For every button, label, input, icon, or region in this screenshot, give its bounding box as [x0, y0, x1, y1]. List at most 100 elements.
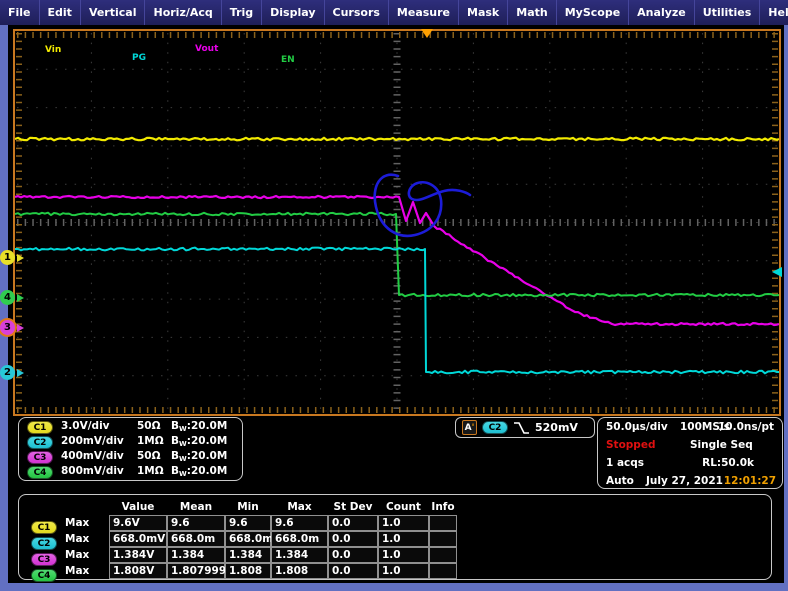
acquisition-count: 1 acqs [606, 457, 644, 469]
channel-bandwidth: BW:20.0M [171, 450, 227, 463]
channel-1-ground-marker[interactable]: 1 [0, 250, 34, 265]
channel-impedance: 50Ω [137, 450, 161, 462]
channel-readout-panel[interactable]: C13.0V/div50ΩBW:20.0MC2200mV/div1MΩBW:20… [18, 417, 243, 481]
menu-item-horiz-acq[interactable]: Horiz/Acq [145, 0, 221, 25]
measurement-cell-info [429, 547, 457, 563]
menu-item-vertical[interactable]: Vertical [81, 0, 146, 25]
menu-item-file[interactable]: File [0, 0, 40, 25]
channel-4-ground-marker[interactable]: 4 [0, 290, 34, 305]
acquisition-status: Stopped [606, 439, 655, 451]
measurement-cell-info [429, 563, 457, 579]
measurement-cell-st-dev: 0.0 [328, 515, 378, 531]
scope-content: VinPGVoutEN1432 C13.0V/div50ΩBW:20.0MC22… [8, 25, 784, 583]
table-header-count: Count [378, 499, 429, 515]
trigger-position-marker-icon[interactable] [421, 29, 433, 38]
table-header-mean: Mean [167, 499, 225, 515]
measurement-name: Max [65, 531, 109, 547]
timebase-value: 50.0μs/div [606, 421, 668, 433]
menu-item-myscope[interactable]: MyScope [557, 0, 629, 25]
menu-item-math[interactable]: Math [508, 0, 556, 25]
channel-bandwidth: BW:20.0M [171, 465, 227, 478]
channel-impedance: 50Ω [137, 420, 161, 432]
arrow-right-icon [17, 369, 24, 377]
trigger-a-icon: A' [462, 420, 477, 435]
waveform-display: VinPGVoutEN1432 [13, 29, 781, 416]
time-display: 12:01:27 [724, 475, 776, 487]
measurement-table: ValueMeanMinMaxSt DevCountInfoC1Max9.6V9… [31, 499, 457, 579]
channel-readout-c4[interactable]: C4800mV/div1MΩBW:20.0M [19, 465, 242, 480]
measurement-cell-max: 1.808 [271, 563, 328, 579]
trigger-level-value: 520mV [535, 421, 578, 434]
menu-item-cursors[interactable]: Cursors [325, 0, 389, 25]
measurement-cell-max: 9.6 [271, 515, 328, 531]
measurement-name: Max [65, 515, 109, 531]
measurement-cell-value: 668.0mV [109, 531, 167, 547]
channel-badge: C1 [27, 421, 53, 434]
measurement-cell-info [429, 531, 457, 547]
measurement-cell-st-dev: 0.0 [328, 531, 378, 547]
table-header-value: Value [109, 499, 167, 515]
measurement-cell-count: 1.0 [378, 547, 429, 563]
record-length: RL:50.0k [702, 457, 754, 469]
measurement-cell-st-dev: 0.0 [328, 547, 378, 563]
measurement-cell-min: 1.384 [225, 547, 271, 563]
table-header-max: Max [271, 499, 328, 515]
menu-item-mask[interactable]: Mask [459, 0, 508, 25]
menu-bar: FileEditVerticalHoriz/AcqTrigDisplayCurs… [0, 0, 788, 25]
measurement-cell-value: 1.808V [109, 563, 167, 579]
table-header-st-dev: St Dev [328, 499, 378, 515]
arrow-right-icon [17, 324, 24, 332]
measurement-cell-value: 1.384V [109, 547, 167, 563]
date-display: July 27, 2021 [646, 475, 723, 487]
measurement-cell-count: 1.0 [378, 531, 429, 547]
trace-en [15, 213, 779, 297]
trace-label-en: EN [281, 55, 295, 65]
channel-bandwidth: BW:20.0M [171, 420, 227, 433]
channel-readout-c3[interactable]: C3400mV/div50ΩBW:20.0M [19, 450, 242, 465]
channel-impedance: 1MΩ [137, 465, 164, 477]
measurement-name: Max [65, 547, 109, 563]
trace-label-vout: Vout [195, 44, 218, 54]
measurement-cell-value: 9.6V [109, 515, 167, 531]
table-header-min: Min [225, 499, 271, 515]
menu-item-measure[interactable]: Measure [389, 0, 459, 25]
measurement-cell-max: 668.0m [271, 531, 328, 547]
trace-vin [15, 138, 779, 141]
menu-item-display[interactable]: Display [262, 0, 324, 25]
measurement-row-channel: C1 [31, 515, 65, 531]
menu-item-analyze[interactable]: Analyze [629, 0, 695, 25]
channel-readout-c1[interactable]: C1 3.0V/div 50Ω BW:20.0M [19, 420, 242, 435]
resolution: 10.0ns/pt [718, 421, 774, 433]
menu-item-utilities[interactable]: Utilities [695, 0, 761, 25]
channel-3-ground-marker[interactable]: 3 [0, 320, 34, 335]
measurement-cell-min: 668.0m [225, 531, 271, 547]
measurement-row-channel: C2 [31, 531, 65, 547]
menu-item-edit[interactable]: Edit [40, 0, 81, 25]
channel-readout-c2[interactable]: C2200mV/div1MΩBW:20.0M [19, 435, 242, 450]
arrow-right-icon [17, 294, 24, 302]
falling-edge-icon [513, 421, 530, 435]
trigger-source-badge: C2 [482, 421, 508, 434]
measurement-row-channel: C3 [31, 547, 65, 563]
measurement-row-channel: C4 [31, 563, 65, 579]
trigger-readout-panel[interactable]: A' C2 520mV [455, 417, 595, 438]
menu-item-trig[interactable]: Trig [222, 0, 262, 25]
trigger-level-arrow-icon[interactable] [772, 267, 782, 277]
table-corner [65, 499, 109, 515]
channel-scale: 400mV/div [61, 450, 124, 462]
measurement-cell-count: 1.0 [378, 515, 429, 531]
measurement-cell-min: 1.808 [225, 563, 271, 579]
measurement-cell-st-dev: 0.0 [328, 563, 378, 579]
table-header-info: Info [429, 499, 457, 515]
channel-bandwidth: BW:20.0M [171, 435, 227, 448]
channel-2-ground-marker[interactable]: 2 [0, 365, 34, 380]
horizontal-acquisition-panel[interactable]: 50.0μs/div 100MS/s 10.0ns/pt Stopped Sin… [597, 417, 783, 489]
channel-scale: 3.0V/div [61, 420, 110, 432]
measurement-name: Max [65, 563, 109, 579]
measurement-cell-min: 9.6 [225, 515, 271, 531]
trigger-mode: Auto [606, 475, 634, 487]
channel-impedance: 1MΩ [137, 435, 164, 447]
menu-item-help[interactable]: Help [760, 0, 788, 25]
waveform-traces [15, 31, 779, 414]
measurement-cell-count: 1.0 [378, 563, 429, 579]
